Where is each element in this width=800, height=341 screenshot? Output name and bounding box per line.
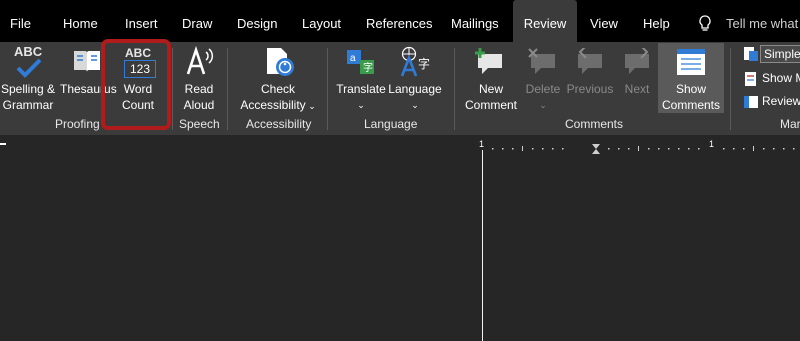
read-aloud-label-1: Read: [184, 82, 214, 96]
left-margin-marker: [0, 143, 6, 145]
previous-label: Previous: [566, 82, 614, 96]
horizontal-ruler[interactable]: 1 1: [478, 139, 800, 154]
check-accessibility-label-1: Check: [260, 82, 295, 96]
show-comments-label-2: Comments: [661, 98, 720, 112]
new-comment-icon: [474, 48, 506, 81]
ruler-label: 1: [479, 139, 485, 149]
spelling-label-2: Grammar: [2, 98, 54, 112]
menu-references[interactable]: References: [366, 0, 432, 48]
tell-me-search[interactable]: Tell me what y: [726, 0, 800, 48]
lightbulb-icon[interactable]: [698, 15, 712, 38]
translate-label: Translate: [336, 82, 386, 96]
new-comment-label-2: Comment: [464, 98, 517, 112]
highlight-box: [101, 39, 171, 130]
previous-comment-icon: [574, 45, 606, 81]
show-markup-icon: [743, 71, 759, 92]
check-accessibility-label-2: Accessibility: [240, 98, 306, 112]
chevron-down-icon: ⌄: [411, 100, 419, 110]
new-comment-label-1: New: [478, 82, 503, 96]
show-markup-label: Show M: [762, 71, 800, 85]
menu-file[interactable]: File: [10, 0, 31, 48]
chevron-down-icon: ⌄: [308, 101, 316, 111]
markup-icon: [743, 46, 759, 67]
group-divider: [227, 48, 228, 130]
language-icon: 字: [399, 46, 433, 83]
simple-markup-value: Simple: [760, 45, 800, 63]
menu-review[interactable]: Review: [513, 0, 577, 48]
comments-group-label: Comments: [565, 117, 624, 131]
spelling-icon: ABC: [14, 44, 43, 59]
svg-text:字: 字: [363, 61, 373, 74]
ruler-ticks: [492, 144, 795, 154]
group-divider: [172, 48, 173, 130]
spelling-label-1: Spelling &: [0, 82, 56, 96]
menu-mailings[interactable]: Mailings: [451, 0, 499, 48]
delete-comment-icon: [527, 48, 559, 81]
menu-view[interactable]: View: [590, 0, 618, 48]
chevron-down-icon: ⌄: [539, 100, 547, 110]
menu-help[interactable]: Help: [643, 0, 670, 48]
next-comment-icon: [621, 45, 653, 81]
language-label: Language: [388, 82, 442, 96]
chevron-down-icon: ⌄: [357, 100, 365, 110]
markup-group-label: Mar: [780, 117, 800, 131]
checkmark-icon: [16, 58, 42, 83]
accessibility-icon: [265, 46, 295, 83]
menu-layout[interactable]: Layout: [302, 0, 341, 48]
next-label: Next: [624, 82, 650, 96]
group-divider: [730, 48, 731, 130]
translate-icon: a字: [346, 48, 376, 81]
delete-label: Delete: [525, 82, 561, 96]
reviewing-pane-label: Review: [762, 94, 800, 108]
read-aloud-icon: [185, 45, 215, 81]
svg-text:a: a: [350, 53, 356, 64]
ruler-label: 1: [709, 139, 715, 149]
book-icon: [72, 48, 102, 79]
group-divider: [327, 48, 328, 130]
proofing-group-label: Proofing: [55, 117, 100, 131]
page-margin-line: [482, 150, 483, 341]
menu-design[interactable]: Design: [237, 0, 277, 48]
read-aloud-label-2: Aloud: [183, 98, 215, 112]
show-comments-label-1: Show: [675, 82, 707, 96]
language-group-label: Language: [364, 117, 418, 131]
reviewing-pane-icon: [743, 94, 759, 115]
accessibility-group-label: Accessibility: [246, 117, 312, 131]
menu-draw[interactable]: Draw: [182, 0, 212, 48]
show-comments-icon: [676, 48, 706, 81]
group-divider: [454, 48, 455, 130]
speech-group-label: Speech: [179, 117, 220, 131]
menu-home[interactable]: Home: [63, 0, 98, 48]
svg-text:字: 字: [418, 56, 430, 71]
